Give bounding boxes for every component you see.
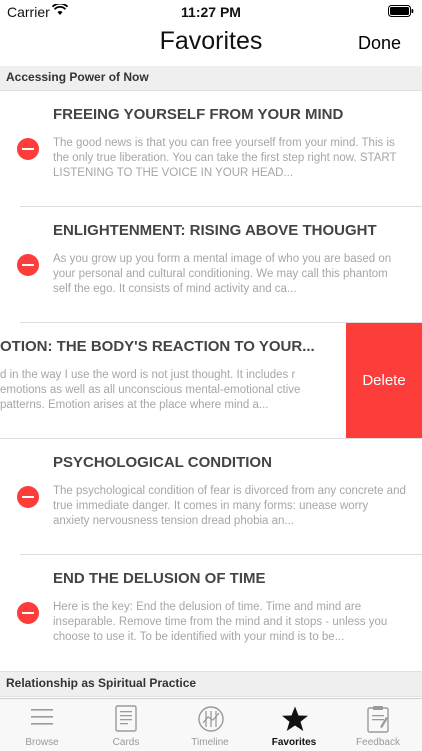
favorite-row[interactable]: PSYCHOLOGICAL CONDITION The psychologica… xyxy=(0,439,422,555)
favorite-row[interactable]: ENLIGHTENMENT: RISING ABOVE THOUGHT As y… xyxy=(0,207,422,323)
tab-favorites[interactable]: Favorites xyxy=(252,699,336,751)
delete-minus-icon[interactable] xyxy=(17,486,39,508)
tab-label: Browse xyxy=(25,737,59,748)
tab-browse[interactable]: Browse xyxy=(0,699,84,751)
delete-minus-icon[interactable] xyxy=(17,138,39,160)
row-excerpt: The good news is that you can free yours… xyxy=(53,137,397,179)
row-excerpt: As you grow up you form a mental image o… xyxy=(53,253,392,295)
favorite-row-swiped[interactable]: OTION: THE BODY'S REACTION TO YOUR... d … xyxy=(0,323,422,439)
tab-feedback[interactable]: Feedback xyxy=(336,699,420,751)
section-header: Accessing Power of Now xyxy=(0,66,422,91)
tab-bar: Browse Cards Timeline Favorites Feedback xyxy=(0,698,422,751)
section-header-label: Relationship as Spiritual Practice xyxy=(6,676,197,690)
row-title: OTION: THE BODY'S REACTION TO YOUR... xyxy=(0,338,315,355)
section-header: Relationship as Spiritual Practice xyxy=(0,671,422,697)
done-button[interactable]: Done xyxy=(358,33,401,54)
row-excerpt: d in the way I use the word is not just … xyxy=(0,369,301,411)
tab-timeline[interactable]: Timeline xyxy=(168,699,252,751)
tab-cards[interactable]: Cards xyxy=(84,699,168,751)
row-title: FREEING YOURSELF FROM YOUR MIND xyxy=(53,106,344,123)
status-bar: Carrier 11:27 PM xyxy=(0,0,422,22)
status-time: 11:27 PM xyxy=(181,4,241,20)
favorite-row[interactable]: FREEING YOURSELF FROM YOUR MIND The good… xyxy=(0,91,422,207)
delete-minus-icon[interactable] xyxy=(17,602,39,624)
tab-label: Timeline xyxy=(191,737,229,748)
section-header-label: Accessing Power of Now xyxy=(6,70,149,84)
row-excerpt: Here is the key: End the delusion of tim… xyxy=(53,601,388,643)
tab-label: Favorites xyxy=(271,737,317,748)
favorite-row[interactable]: END THE DELUSION OF TIME Here is the key… xyxy=(0,555,422,671)
row-title: PSYCHOLOGICAL CONDITION xyxy=(53,454,272,471)
nav-bar: Favorites Done xyxy=(0,22,422,67)
tab-label: Cards xyxy=(112,737,140,748)
timeline-icon xyxy=(198,706,224,732)
tab-label: Feedback xyxy=(356,737,400,748)
card-icon xyxy=(115,705,137,732)
delete-minus-icon[interactable] xyxy=(17,254,39,276)
clipboard-icon xyxy=(367,706,389,733)
delete-button[interactable]: Delete xyxy=(346,323,422,439)
row-excerpt: The psychological condition of fear is d… xyxy=(53,485,406,527)
row-title: END THE DELUSION OF TIME xyxy=(53,570,266,587)
hamburger-icon xyxy=(31,709,53,725)
battery-icon xyxy=(388,5,414,17)
star-icon xyxy=(282,706,308,731)
row-title: ENLIGHTENMENT: RISING ABOVE THOUGHT xyxy=(53,222,377,239)
